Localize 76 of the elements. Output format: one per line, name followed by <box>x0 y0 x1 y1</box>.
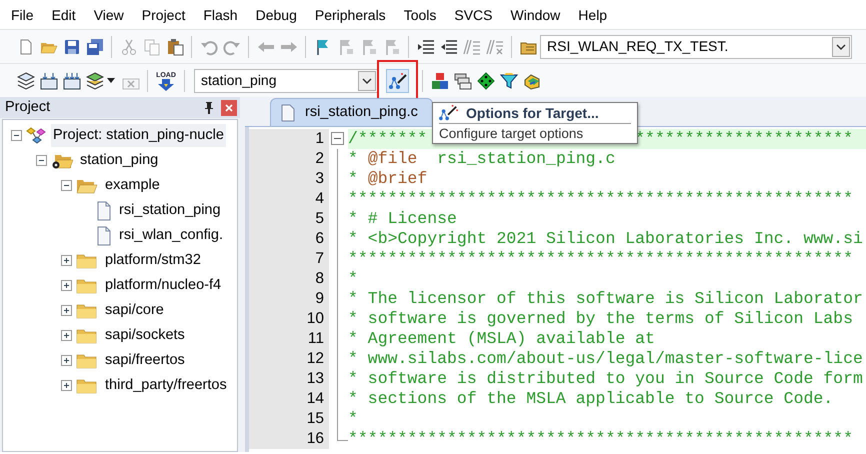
folder-icon <box>76 276 98 294</box>
line-number: 1 <box>249 129 329 149</box>
magic-wand-icon <box>439 104 459 122</box>
code-line: * <b>Copyright 2021 Silicon Laboratories Inc. www.si <box>348 229 864 249</box>
code-line: * sections of the MSLA applicable to Source Code. <box>348 389 834 409</box>
tooltip-description: Configure target options <box>439 123 631 142</box>
menu-item[interactable]: Tools <box>394 0 446 26</box>
tree-item[interactable]: sapi/freertos <box>103 348 187 372</box>
menu-item[interactable]: Debug <box>246 0 306 26</box>
file-icon <box>281 104 295 122</box>
line-number: 4 <box>249 189 329 209</box>
tree-item[interactable]: rsi_station_ping <box>117 198 223 222</box>
pin-icon[interactable] <box>204 102 214 114</box>
line-number: 3 <box>249 169 329 189</box>
caret-icon[interactable] <box>107 78 115 83</box>
menu-item[interactable]: Help <box>569 0 616 26</box>
tree-item[interactable]: Project: station_ping-nucle <box>51 124 226 148</box>
close-icon[interactable] <box>225 104 233 112</box>
code-line: *************************************************** <box>348 189 854 209</box>
line-number: 15 <box>249 409 329 429</box>
line-number: 5 <box>249 209 329 229</box>
project-icon <box>26 126 46 144</box>
tree-item[interactable]: sapi/core <box>103 298 166 322</box>
code-line: * @brief <box>348 169 428 189</box>
folder-icon <box>76 252 98 270</box>
folder-icon <box>76 302 98 320</box>
tree-item[interactable]: rsi_wlan_config. <box>117 224 225 248</box>
code-line: * software is distributed to you in Source Code form <box>348 369 864 389</box>
line-number: 13 <box>249 369 329 389</box>
menu-item[interactable]: View <box>84 0 133 26</box>
line-number: 2 <box>249 149 329 169</box>
tree-item[interactable]: third_party/freertos <box>103 374 229 398</box>
file-icon <box>96 200 112 220</box>
line-number: 12 <box>249 349 329 369</box>
line-number: 8 <box>249 269 329 289</box>
file-icon <box>96 226 112 246</box>
menu-item[interactable]: Project <box>132 0 194 26</box>
line-number: 6 <box>249 229 329 249</box>
editor-tab[interactable]: rsi_station_ping.c <box>270 98 433 126</box>
tree-item[interactable]: station_ping <box>78 148 160 172</box>
line-number: 14 <box>249 389 329 409</box>
code-line: * software is governed by the terms of Silicon Labs <box>348 309 854 329</box>
menu-item[interactable]: File <box>2 0 43 26</box>
code-line: * <box>348 409 359 429</box>
code-line: * <box>348 269 359 289</box>
menu-item[interactable]: Edit <box>42 0 85 26</box>
code-line: * Agreement (MSLA) available at <box>348 329 656 349</box>
folder-icon <box>76 326 98 344</box>
code-line: * The licensor of this software is Silicon Laborator <box>348 289 864 309</box>
line-number: 7 <box>249 249 329 269</box>
folder-icon <box>76 352 98 370</box>
line-number: 16 <box>249 429 329 449</box>
menu-item[interactable]: SVCS <box>445 0 502 26</box>
folder-icon <box>76 376 98 394</box>
line-number: 10 <box>249 309 329 329</box>
panel-title: Project <box>5 98 50 117</box>
code-line: * # License <box>348 209 458 229</box>
line-number: 11 <box>249 329 329 349</box>
code-line: *************************************************** <box>348 249 854 269</box>
caret-icon <box>832 36 850 56</box>
menu-item[interactable]: Flash <box>194 0 247 26</box>
tooltip-title: Options for Target... <box>466 104 599 122</box>
dropdown[interactable]: station_ping <box>194 68 378 92</box>
menu-item[interactable]: Peripherals <box>306 0 395 26</box>
tree-item[interactable]: example <box>103 174 162 198</box>
menu-item[interactable]: Window <box>502 0 570 26</box>
close-button[interactable] <box>221 100 237 116</box>
tree-item[interactable]: sapi/sockets <box>103 324 187 348</box>
code-line: * www.silabs.com/about-us/legal/master-software-lice <box>348 349 864 369</box>
caret-icon <box>358 70 376 90</box>
tree-item[interactable]: platform/stm32 <box>103 248 203 272</box>
code-line: *************************************************** <box>348 429 854 449</box>
tree-item[interactable]: platform/nucleo-f4 <box>103 274 224 298</box>
line-number: 9 <box>249 289 329 309</box>
dropdown[interactable]: RSI_WLAN_REQ_TX_TEST. <box>540 34 852 58</box>
code-line: * @file rsi_station_ping.c <box>348 149 616 169</box>
